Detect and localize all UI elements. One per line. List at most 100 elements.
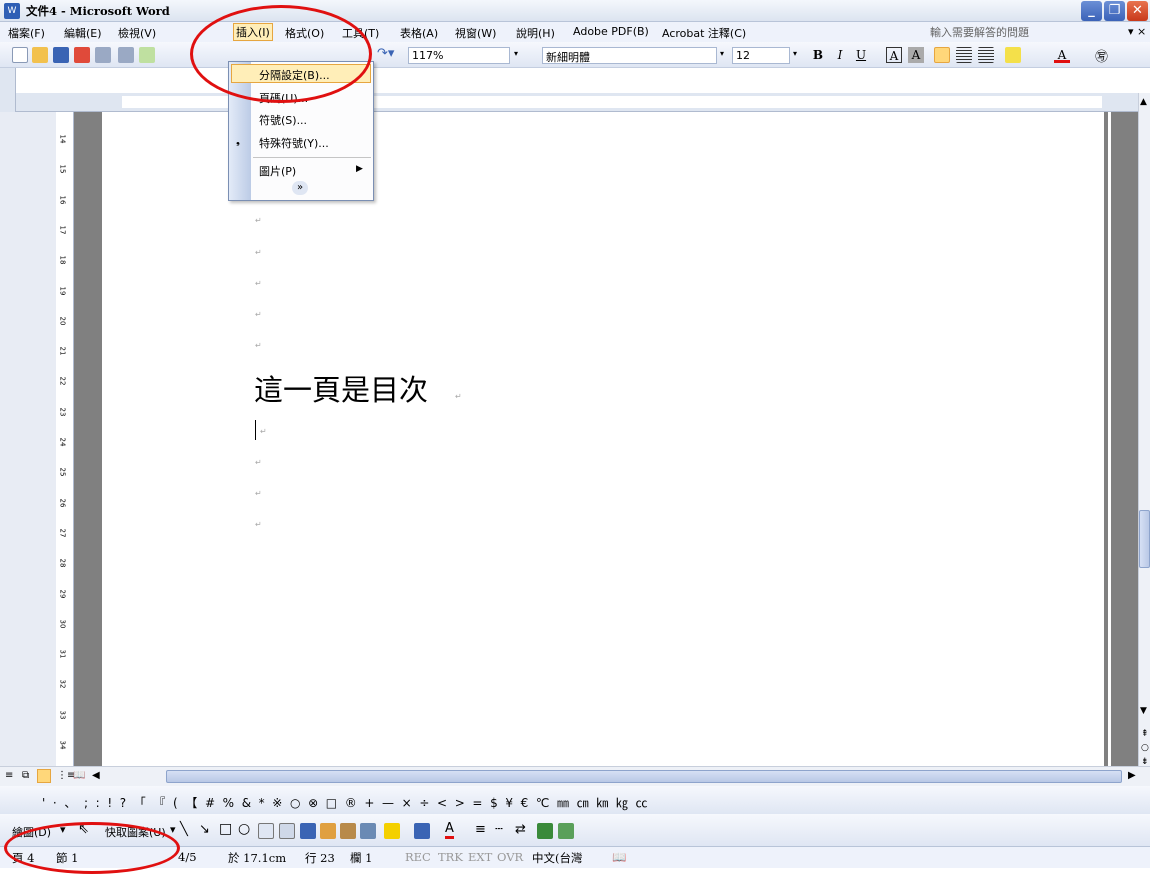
help-search-input[interactable]: 輸入需要解答的問題 <box>928 24 1118 40</box>
close-button[interactable]: ✕ <box>1127 1 1148 21</box>
scroll-right-icon[interactable]: ▶ <box>1128 770 1136 781</box>
zoom-dropdown-icon[interactable]: ▾ <box>514 49 518 58</box>
open-folder-icon[interactable] <box>32 47 48 63</box>
scroll-left-icon[interactable]: ◀ <box>92 770 100 781</box>
print-layout-view-icon[interactable] <box>37 769 51 783</box>
status-language: 中文(台灣 <box>532 851 583 865</box>
menu-file[interactable]: 檔案(F) <box>8 25 45 41</box>
new-document-icon[interactable] <box>12 47 28 63</box>
fill-color-icon[interactable] <box>384 823 400 839</box>
font-color-button[interactable]: A <box>1054 47 1070 63</box>
arrow-tool-icon[interactable]: ↘ <box>199 822 210 837</box>
status-ext[interactable]: EXT <box>468 850 492 864</box>
bold-button[interactable]: B <box>810 47 826 63</box>
status-ovr[interactable]: OVR <box>497 850 523 864</box>
vertical-text-box-icon[interactable] <box>279 823 295 839</box>
document-page[interactable] <box>102 112 1104 766</box>
normal-view-icon[interactable]: ≡ <box>5 770 13 781</box>
scroll-down-icon[interactable]: ▼ <box>1140 706 1147 716</box>
status-line: 行 23 <box>305 851 335 865</box>
oval-tool-icon[interactable]: ○ <box>238 821 250 837</box>
paragraph-mark: ↵ <box>255 458 262 467</box>
word-app-icon[interactable]: W <box>4 3 20 19</box>
print-icon[interactable] <box>95 47 111 63</box>
redo-icon[interactable]: ↷▾ <box>377 46 394 61</box>
zoom-select[interactable]: 117% <box>408 47 510 64</box>
rectangle-tool-icon[interactable]: □ <box>219 821 232 837</box>
3d-style-icon[interactable] <box>558 823 574 839</box>
status-rec[interactable]: REC <box>405 850 431 864</box>
menu-item-symbol[interactable]: 符號(S)... <box>259 112 307 128</box>
paragraph-mark: ↵ <box>255 489 262 498</box>
spelling-icon[interactable] <box>139 47 155 63</box>
highlight-icon[interactable] <box>1005 47 1021 63</box>
symbol-buttons[interactable]: ' · 、 ; : ! ? 「 『 ( 【 # % & * ※ ○ ⊗ □ ® … <box>42 794 648 811</box>
horizontal-scroll-thumb[interactable] <box>166 770 1122 783</box>
ruler-label: 34 <box>58 740 67 750</box>
ruler-label: 16 <box>58 195 67 205</box>
menu-table[interactable]: 表格(A) <box>400 25 438 41</box>
browse-object-icon[interactable]: ○ <box>1141 743 1149 753</box>
status-trk[interactable]: TRK <box>438 850 463 864</box>
status-column: 欄 1 <box>350 851 373 865</box>
line-color-icon[interactable] <box>414 823 430 839</box>
font-name-dropdown-icon[interactable]: ▾ <box>720 49 724 58</box>
paragraph-mark: ↵ <box>255 310 262 319</box>
font-size-select[interactable]: 12 <box>732 47 790 64</box>
ruler-label: 19 <box>58 286 67 295</box>
ruler-label: 25 <box>58 467 67 477</box>
diagram-icon[interactable] <box>320 823 336 839</box>
insert-picture-icon[interactable] <box>360 823 376 839</box>
menu-window[interactable]: 視窗(W) <box>455 25 496 41</box>
italic-button[interactable]: I <box>832 47 848 63</box>
vertical-ruler[interactable]: 14 15 16 17 18 19 20 21 22 23 24 25 26 27 28 29 30 31 32 33… <box>56 112 74 766</box>
align-right-icon[interactable] <box>978 47 994 63</box>
wordart-icon[interactable] <box>300 823 316 839</box>
drawing-font-color-icon[interactable]: A <box>445 821 454 839</box>
vertical-scroll-thumb[interactable] <box>1139 510 1150 568</box>
permission-icon[interactable] <box>74 47 90 63</box>
ruler-label: 17 <box>58 225 67 235</box>
ruler-label: 18 <box>58 255 67 265</box>
font-name-select[interactable]: 新細明體 <box>542 47 717 64</box>
submenu-arrow-icon: ▶ <box>356 164 363 174</box>
scroll-up-icon[interactable]: ▲ <box>1140 97 1147 107</box>
text-box-icon[interactable] <box>258 823 274 839</box>
web-layout-view-icon[interactable]: ⧉ <box>22 770 29 781</box>
previous-page-icon[interactable]: ⇞ <box>1141 729 1149 739</box>
minimize-button[interactable]: _ <box>1081 1 1102 21</box>
arrow-style-icon[interactable]: ⇄ <box>515 822 526 837</box>
align-left-icon[interactable] <box>934 47 950 63</box>
character-border-button[interactable]: A <box>886 47 902 63</box>
help-dropdown-icon[interactable]: ▾ × <box>1128 25 1146 38</box>
shadow-style-icon[interactable] <box>537 823 553 839</box>
underline-button[interactable]: U <box>853 47 869 63</box>
ruler-label: 30 <box>58 619 67 629</box>
menu-item-special-symbol[interactable]: 特殊符號(Y)... <box>259 135 329 151</box>
spelling-status-icon[interactable]: 📖 <box>612 850 626 864</box>
menu-edit[interactable]: 編輯(E) <box>64 25 102 41</box>
tab-selector[interactable] <box>0 68 16 112</box>
restore-button[interactable]: ❐ <box>1104 1 1125 21</box>
menu-adobe-pdf[interactable]: Adobe PDF(B) <box>573 25 649 38</box>
line-tool-icon[interactable]: ╲ <box>180 822 188 837</box>
menu-view[interactable]: 檢視(V) <box>118 25 156 41</box>
print-preview-icon[interactable] <box>118 47 134 63</box>
autoshapes-dropdown-icon[interactable]: ▾ <box>170 823 176 836</box>
clip-art-icon[interactable] <box>340 823 356 839</box>
line-style-icon[interactable]: ≡ <box>475 822 486 837</box>
phonetic-guide-icon[interactable]: ㊢ <box>1095 46 1108 65</box>
menu-help[interactable]: 說明(H) <box>516 25 555 41</box>
character-shading-button[interactable]: A <box>908 47 924 63</box>
reading-layout-icon[interactable]: 📖 <box>73 770 85 781</box>
dash-style-icon[interactable]: ┄ <box>495 822 503 837</box>
menu-acrobat-comments[interactable]: Acrobat 注釋(C) <box>662 25 746 41</box>
vertical-scrollbar[interactable] <box>1138 93 1150 766</box>
ruler-label: 26 <box>58 498 67 508</box>
save-icon[interactable] <box>53 47 69 63</box>
menu-item-picture[interactable]: 圖片(P) <box>259 163 296 179</box>
document-heading: 這一頁是目次 <box>254 373 429 407</box>
align-center-icon[interactable] <box>956 47 972 63</box>
expand-menu-icon[interactable]: » <box>292 181 308 195</box>
font-size-dropdown-icon[interactable]: ▾ <box>793 49 797 58</box>
